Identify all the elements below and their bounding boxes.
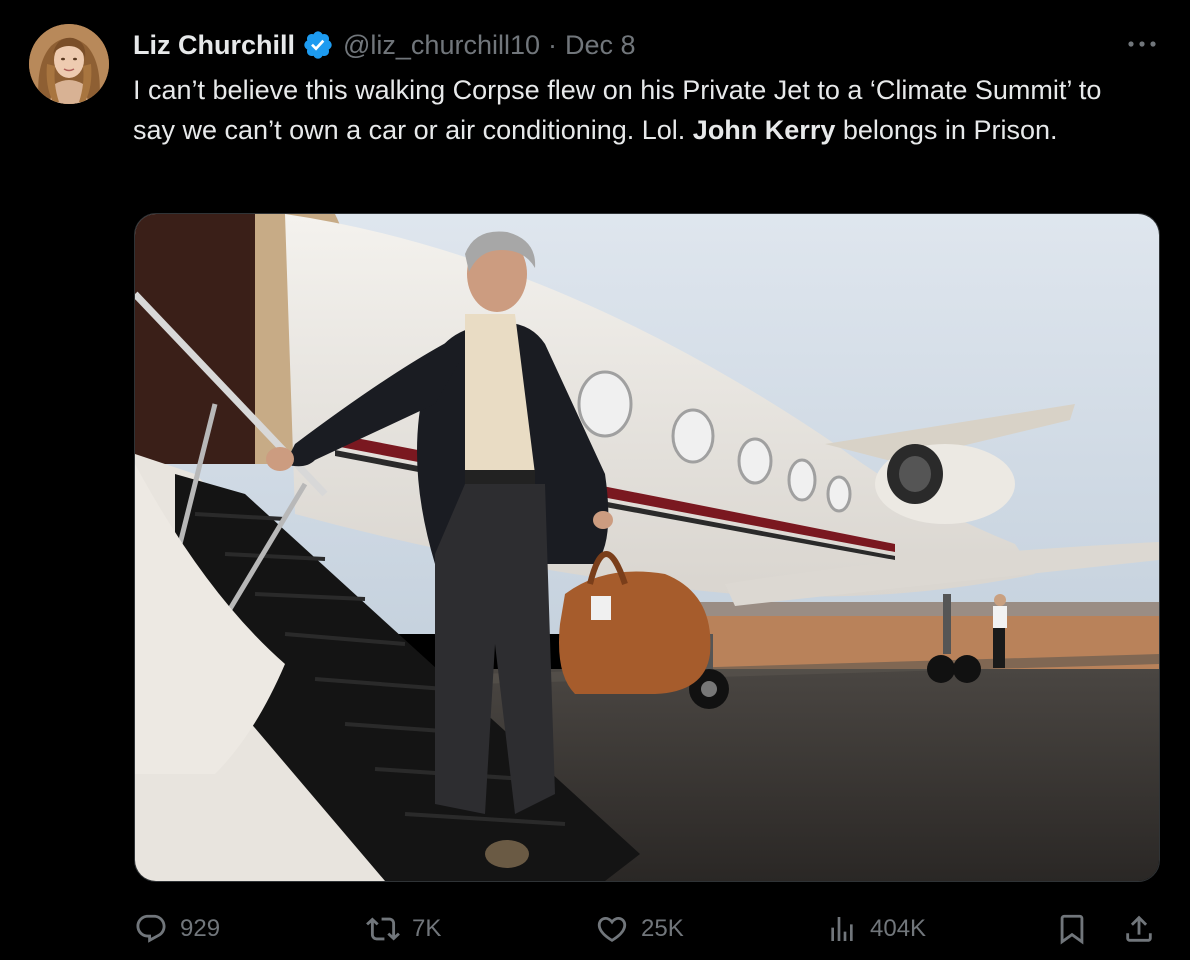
repost-arrows-icon xyxy=(366,917,400,941)
photo-private-jet xyxy=(135,214,1159,881)
verified-badge-icon[interactable] xyxy=(302,29,334,61)
avatar-photo xyxy=(29,24,109,104)
views-button[interactable]: 404K xyxy=(826,905,926,953)
like-button[interactable]: 25K xyxy=(595,905,684,953)
heart-icon xyxy=(597,916,627,942)
tweet-text: I can’t believe this walking Corpse flew… xyxy=(133,70,1113,150)
reply-button[interactable]: 929 xyxy=(134,905,220,953)
tweet-media-photo[interactable] xyxy=(134,213,1160,882)
repost-button[interactable]: 7K xyxy=(366,905,441,953)
tweet: Liz Churchill @liz_churchill10 · Dec 8 I… xyxy=(0,0,1190,960)
author-display-name[interactable]: Liz Churchill xyxy=(133,30,295,61)
avatar[interactable] xyxy=(29,24,109,104)
tweet-date[interactable]: Dec 8 xyxy=(565,30,636,61)
more-dots-icon xyxy=(1128,41,1156,47)
header-separator: · xyxy=(548,29,557,60)
share-upload-icon xyxy=(1126,915,1152,942)
tweet-text-part2: belongs in Prison. xyxy=(835,115,1058,145)
tweet-action-bar: 929 7K 25K 404K xyxy=(0,905,1190,953)
bookmark-button[interactable] xyxy=(1055,905,1089,953)
reply-bubble-icon xyxy=(136,914,166,943)
bookmark-icon xyxy=(1060,914,1084,945)
share-button[interactable] xyxy=(1122,905,1156,953)
tweet-header: Liz Churchill @liz_churchill10 · Dec 8 xyxy=(133,26,636,64)
author-handle[interactable]: @liz_churchill10 xyxy=(343,30,540,61)
reply-count: 929 xyxy=(180,915,221,942)
more-options-button[interactable] xyxy=(1122,29,1162,59)
like-count: 25K xyxy=(641,915,684,942)
repost-count: 7K xyxy=(412,915,442,942)
tweet-text-mention: John Kerry xyxy=(692,115,836,145)
views-count: 404K xyxy=(870,915,927,942)
analytics-bars-icon xyxy=(831,917,853,941)
